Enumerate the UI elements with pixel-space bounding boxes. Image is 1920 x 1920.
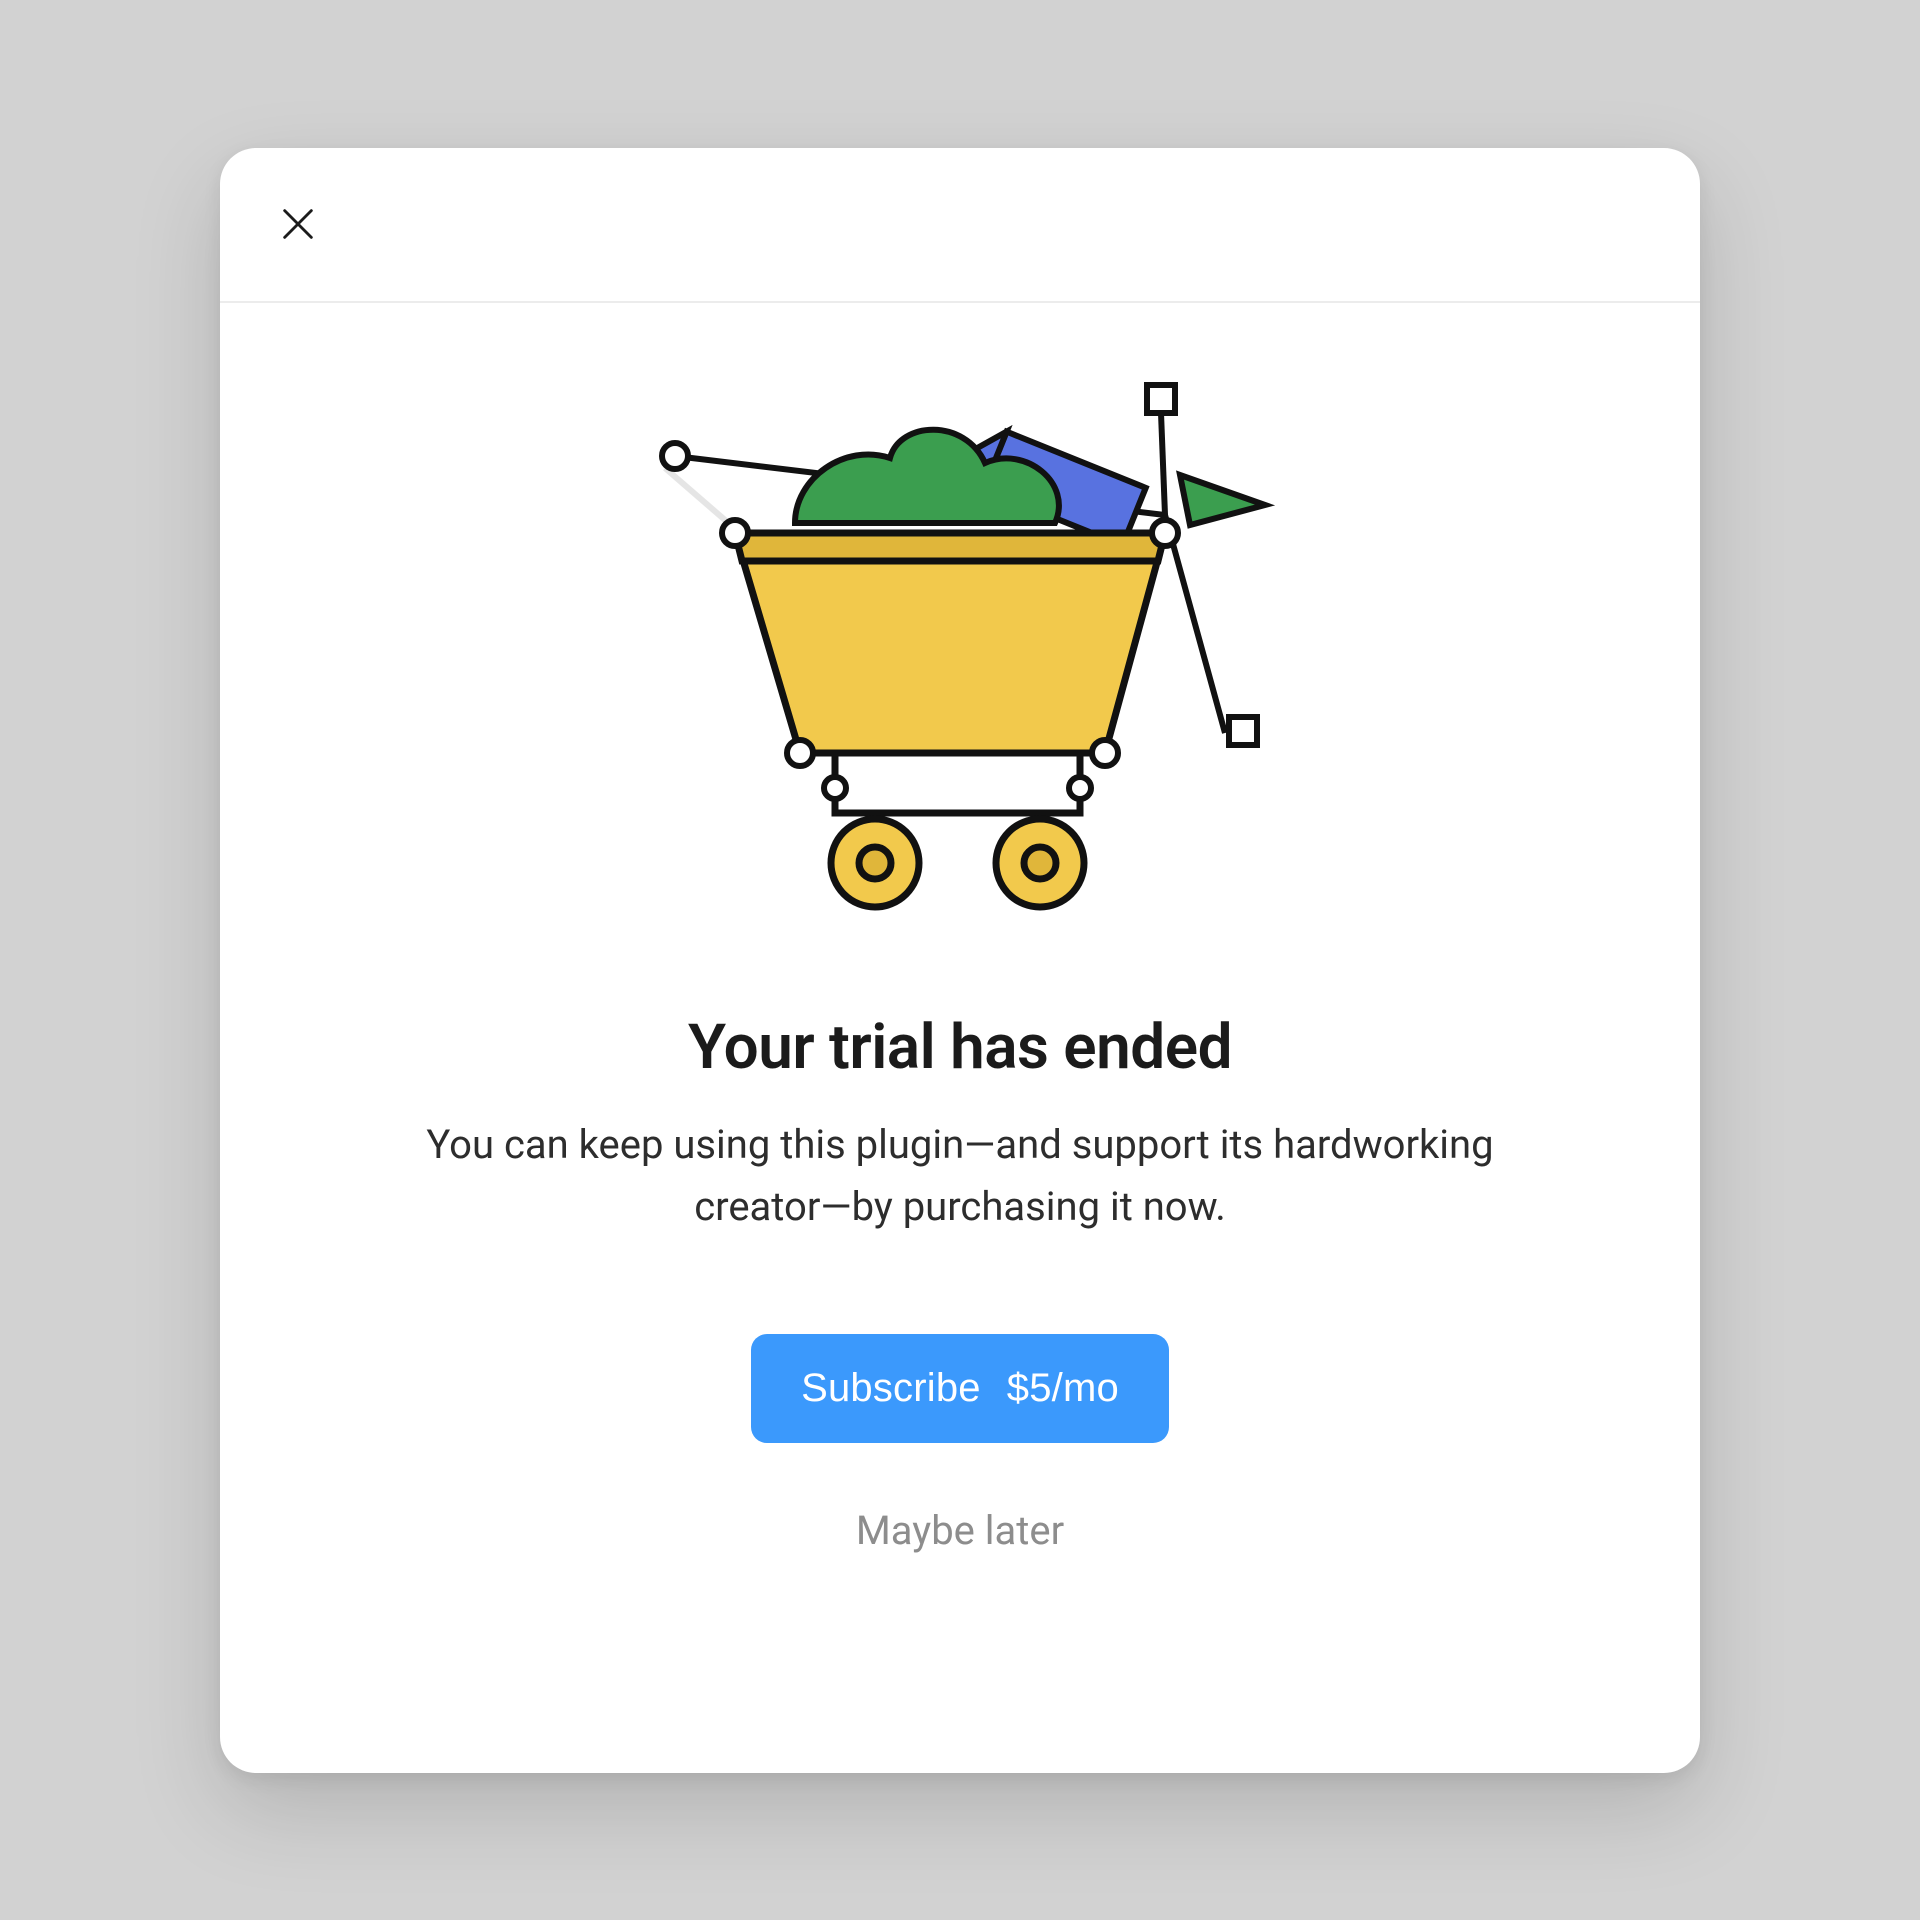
close-icon — [278, 204, 318, 248]
subscribe-button-label: Subscribe — [801, 1366, 981, 1411]
dialog-header — [220, 148, 1700, 303]
trial-ended-dialog: Your trial has ended You can keep using … — [220, 148, 1700, 1773]
dialog-title: Your trial has ended — [340, 1011, 1580, 1084]
subscribe-button[interactable]: Subscribe $5/mo — [751, 1334, 1169, 1443]
dialog-subtitle: You can keep using this plugin—and suppo… — [420, 1114, 1500, 1238]
close-button[interactable] — [276, 204, 320, 248]
illustration-container — [340, 343, 1580, 983]
dialog-content: Your trial has ended You can keep using … — [220, 303, 1700, 1554]
page-backdrop: Your trial has ended You can keep using … — [0, 0, 1920, 1920]
subscribe-button-price: $5/mo — [1007, 1366, 1119, 1411]
dialog-actions: Subscribe $5/mo Maybe later — [340, 1334, 1580, 1554]
maybe-later-link[interactable]: Maybe later — [856, 1507, 1064, 1554]
shopping-cart-icon — [625, 373, 1295, 923]
